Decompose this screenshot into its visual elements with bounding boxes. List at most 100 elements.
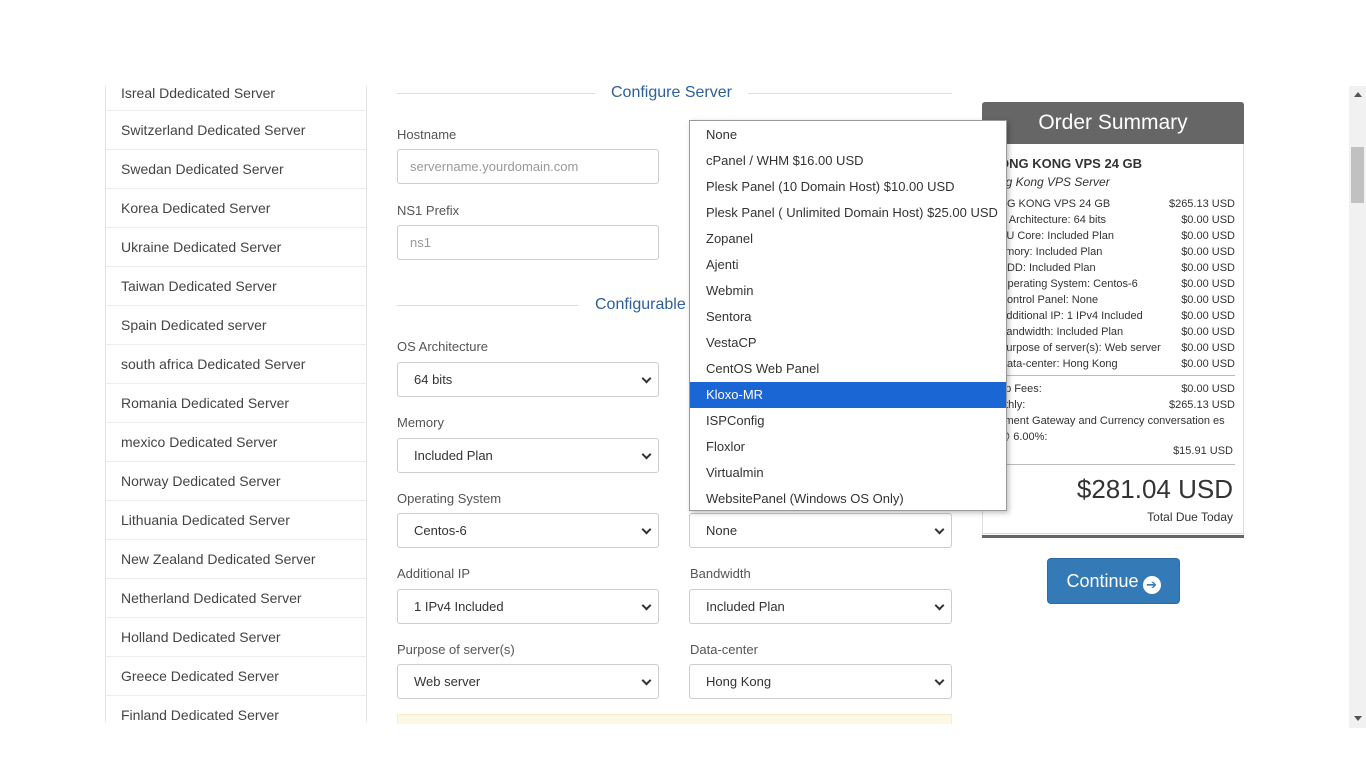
purpose-value: Web server bbox=[414, 674, 481, 689]
sidebar-item[interactable]: Korea Dedicated Server bbox=[106, 189, 366, 228]
sidebar-item[interactable]: mexico Dedicated Server bbox=[106, 423, 366, 462]
sidebar-item[interactable]: Isreal Ddedicated Server bbox=[106, 86, 366, 111]
line-item-amount: $0.00 USD bbox=[1181, 326, 1235, 338]
sidebar-item[interactable]: Norway Dedicated Server bbox=[106, 462, 366, 501]
dropdown-option[interactable]: Zopanel bbox=[690, 226, 1006, 252]
sidebar-item[interactable]: south africa Dedicated Server bbox=[106, 345, 366, 384]
chevron-down-icon bbox=[641, 675, 652, 686]
dropdown-option[interactable]: Ajenti bbox=[690, 252, 1006, 278]
datacenter-value: Hong Kong bbox=[706, 674, 772, 689]
os-architecture-select[interactable]: 64 bits bbox=[397, 362, 659, 397]
alert-box bbox=[397, 714, 952, 724]
line-item-label: Purpose of server(s): Web server bbox=[999, 342, 1161, 354]
dropdown-option[interactable]: ISPConfig bbox=[690, 408, 1006, 434]
sidebar-item[interactable]: Romania Dedicated Server bbox=[106, 384, 366, 423]
sidebar-item[interactable]: Spain Dedicated server bbox=[106, 306, 366, 345]
scroll-thumb[interactable] bbox=[1351, 147, 1364, 203]
configurable-options-heading: Configurable bbox=[397, 296, 697, 314]
memory-label: Memory bbox=[397, 415, 444, 430]
summary-divider bbox=[1001, 464, 1235, 465]
line-item-amount: $0.00 USD bbox=[1181, 358, 1235, 370]
memory-select[interactable]: Included Plan bbox=[397, 438, 659, 473]
chevron-down-icon bbox=[934, 600, 945, 611]
os-architecture-value: 64 bits bbox=[414, 372, 453, 387]
dropdown-option[interactable]: Webmin bbox=[690, 278, 1006, 304]
dropdown-option[interactable]: cPanel / WHM $16.00 USD bbox=[690, 148, 1006, 174]
sidebar-item[interactable]: Holland Dedicated Server bbox=[106, 618, 366, 657]
configure-server-heading: Configure Server bbox=[397, 84, 952, 102]
sidebar-item[interactable]: Greece Dedicated Server bbox=[106, 657, 366, 696]
dropdown-option[interactable]: Virtualmin bbox=[690, 460, 1006, 486]
scroll-up-arrow-icon[interactable] bbox=[1354, 92, 1362, 97]
setup-fees-amount: $0.00 USD bbox=[1181, 383, 1235, 395]
bandwidth-select[interactable]: Included Plan bbox=[689, 589, 952, 624]
total-due: $281.04 USD bbox=[1076, 474, 1233, 504]
dropdown-option[interactable]: Plesk Panel (10 Domain Host) $10.00 USD bbox=[690, 174, 1006, 200]
line-item-amount: $0.00 USD bbox=[1181, 230, 1235, 242]
chevron-down-icon bbox=[641, 524, 652, 535]
hostname-label: Hostname bbox=[397, 127, 457, 142]
monthly-row: nthly: $265.13 USD bbox=[999, 397, 1235, 413]
configure-server-title: Configure Server bbox=[611, 84, 732, 101]
dropdown-option[interactable]: Plesk Panel ( Unlimited Domain Host) $25… bbox=[690, 200, 1006, 226]
continue-button[interactable]: Continue ➔ bbox=[1047, 558, 1180, 604]
additional-ip-select[interactable]: 1 IPv4 Included bbox=[397, 589, 659, 624]
ns1-prefix-label: NS1 Prefix bbox=[397, 203, 460, 218]
control-panel-select[interactable]: None bbox=[689, 513, 952, 548]
line-item-label: Operating System: Centos-6 bbox=[999, 278, 1138, 290]
line-item-label: NG KONG VPS 24 GB bbox=[999, 198, 1111, 210]
order-summary-title: Order Summary bbox=[982, 102, 1244, 144]
summary-line-item: NG KONG VPS 24 GB $265.13 USD bbox=[999, 196, 1235, 212]
sidebar-item[interactable]: Lithuania Dedicated Server bbox=[106, 501, 366, 540]
line-item-amount: $0.00 USD bbox=[1181, 310, 1235, 322]
line-item-amount: $0.00 USD bbox=[1181, 246, 1235, 258]
tax-amount: $15.91 USD bbox=[1173, 445, 1233, 457]
purpose-select[interactable]: Web server bbox=[397, 664, 659, 699]
dropdown-option[interactable]: WebsitePanel (Windows OS Only) bbox=[690, 486, 1006, 510]
datacenter-select[interactable]: Hong Kong bbox=[689, 664, 952, 699]
dropdown-option[interactable]: Sentora bbox=[690, 304, 1006, 330]
dropdown-option[interactable]: VestaCP bbox=[690, 330, 1006, 356]
operating-system-select[interactable]: Centos-6 bbox=[397, 513, 659, 548]
chevron-down-icon bbox=[641, 373, 652, 384]
line-item-label: HDD: Included Plan bbox=[999, 262, 1096, 274]
additional-ip-value: 1 IPv4 Included bbox=[414, 599, 504, 614]
sidebar-item[interactable]: Netherland Dedicated Server bbox=[106, 579, 366, 618]
memory-value: Included Plan bbox=[414, 448, 493, 463]
hostname-input[interactable]: servername.yourdomain.com bbox=[397, 149, 659, 184]
line-item-label: Additional IP: 1 IPv4 Included bbox=[999, 310, 1143, 322]
line-item-label: S Architecture: 64 bits bbox=[999, 214, 1106, 226]
line-item-label: emory: Included Plan bbox=[999, 246, 1103, 258]
sidebar-item[interactable]: New Zealand Dedicated Server bbox=[106, 540, 366, 579]
ns1-prefix-input[interactable]: ns1 bbox=[397, 225, 659, 260]
line-item-label: Data-center: Hong Kong bbox=[999, 358, 1118, 370]
configurable-options-title: Configurable bbox=[595, 296, 686, 313]
control-panel-dropdown[interactable]: None cPanel / WHM $16.00 USD Plesk Panel (… bbox=[689, 120, 1007, 511]
arrow-right-circle-icon: ➔ bbox=[1142, 576, 1161, 594]
line-item-label: Bandwidth: Included Plan bbox=[999, 326, 1124, 338]
datacenter-label: Data-center bbox=[690, 642, 758, 657]
purpose-label: Purpose of server(s) bbox=[397, 642, 515, 657]
summary-line-item: Operating System: Centos-6 $0.00 USD bbox=[999, 276, 1235, 292]
sidebar-menu: Isreal Ddedicated Server Switzerland Dedi… bbox=[105, 86, 367, 722]
scroll-down-arrow-icon[interactable] bbox=[1354, 716, 1362, 721]
additional-ip-label: Additional IP bbox=[397, 566, 470, 581]
sidebar-item[interactable]: Ukraine Dedicated Server bbox=[106, 228, 366, 267]
summary-divider bbox=[1001, 375, 1235, 376]
chevron-down-icon bbox=[641, 449, 652, 460]
dropdown-option[interactable]: None bbox=[690, 122, 1006, 148]
dropdown-option[interactable]: Kloxo-MR bbox=[690, 382, 1006, 408]
sidebar-item[interactable]: Finland Dedicated Server bbox=[106, 696, 366, 722]
chevron-down-icon bbox=[934, 675, 945, 686]
line-item-amount: $0.00 USD bbox=[1181, 342, 1235, 354]
sidebar-item[interactable]: Taiwan Dedicated Server bbox=[106, 267, 366, 306]
sidebar-item[interactable]: Switzerland Dedicated Server bbox=[106, 111, 366, 150]
summary-line-item: Data-center: Hong Kong $0.00 USD bbox=[999, 356, 1235, 372]
dropdown-option[interactable]: Floxlor bbox=[690, 434, 1006, 460]
summary-line-item: PU Core: Included Plan $0.00 USD bbox=[999, 228, 1235, 244]
summary-line-item: Purpose of server(s): Web server $0.00 US… bbox=[999, 340, 1235, 356]
dropdown-option[interactable]: CentOS Web Panel bbox=[690, 356, 1006, 382]
summary-line-item: Additional IP: 1 IPv4 Included $0.00 USD bbox=[999, 308, 1235, 324]
sidebar-item[interactable]: Swedan Dedicated Server bbox=[106, 150, 366, 189]
order-summary: Order Summary ONG KONG VPS 24 GB ng Kong… bbox=[982, 102, 1244, 538]
